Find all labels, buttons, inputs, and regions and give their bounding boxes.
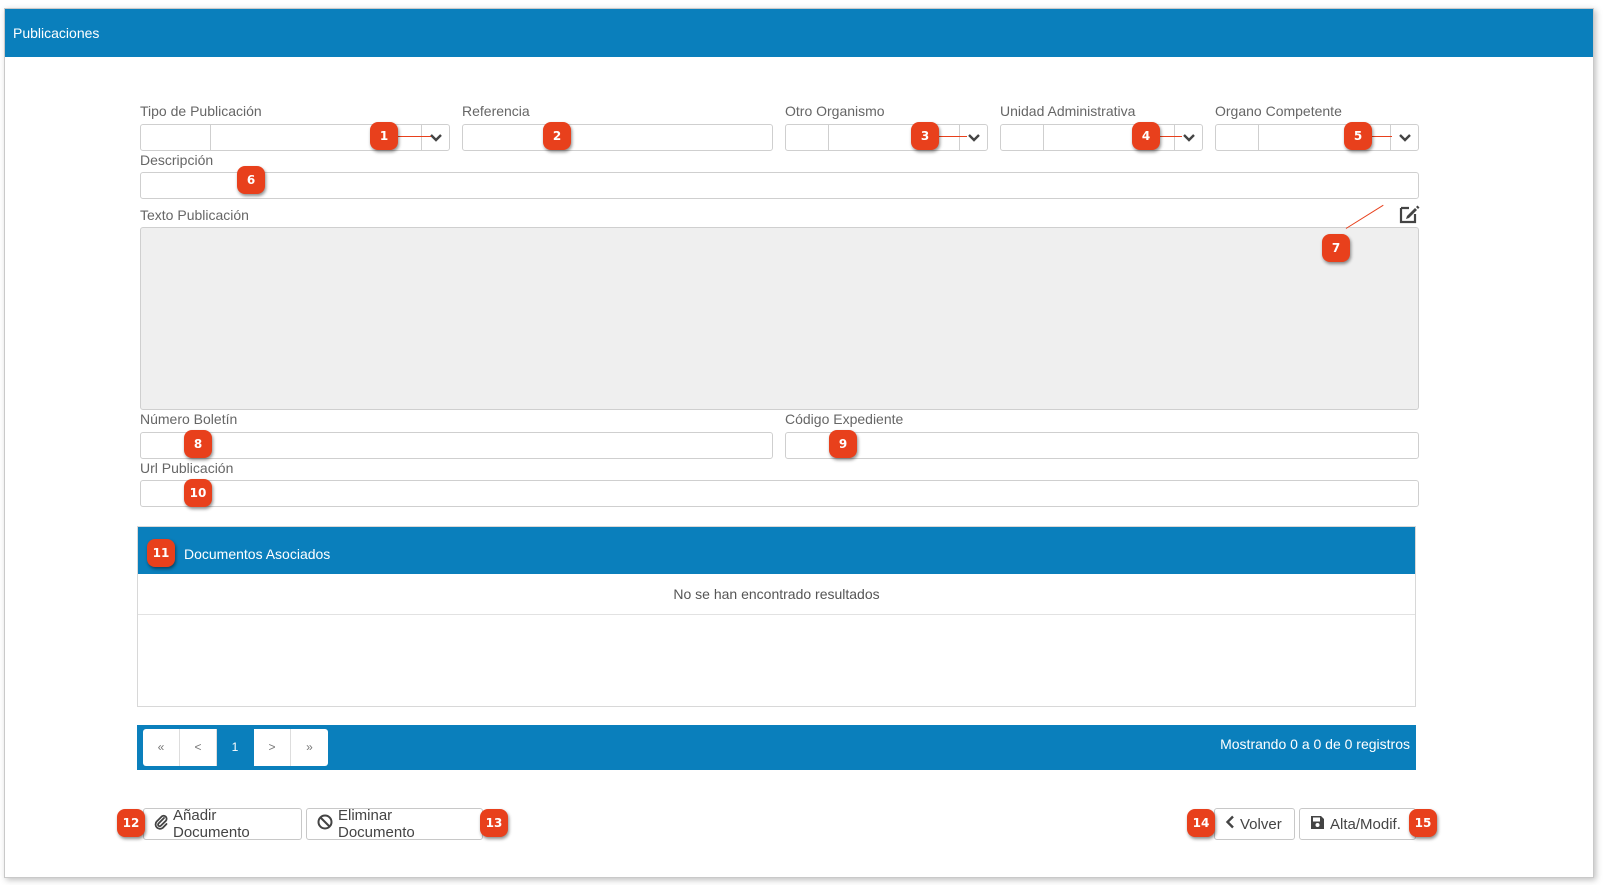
otro-organismo-label: Otro Organismo <box>785 103 885 119</box>
organo-competente-select[interactable] <box>1215 124 1419 151</box>
chevron-down-icon[interactable] <box>421 125 449 150</box>
callout-12: 12 <box>117 809 145 837</box>
save-button[interactable]: Alta/Modif. <box>1299 808 1416 840</box>
back-button[interactable]: Volver <box>1214 808 1295 840</box>
callout-1: 1 <box>370 122 398 150</box>
otro-organismo-select[interactable] <box>785 124 988 151</box>
callout-4-leader <box>1160 136 1182 137</box>
chevron-left-icon <box>1225 815 1235 833</box>
referencia-input[interactable] <box>462 124 773 151</box>
numero-boletin-input[interactable] <box>140 432 773 459</box>
chevron-down-icon[interactable] <box>1174 125 1202 150</box>
callout-4: 4 <box>1132 122 1160 150</box>
tipo-publicacion-label: Tipo de Publicación <box>140 103 262 119</box>
callout-14: 14 <box>1187 809 1215 837</box>
callout-5: 5 <box>1344 122 1372 150</box>
texto-publicacion-label: Texto Publicación <box>140 207 249 223</box>
callout-6: 6 <box>237 166 265 194</box>
first-page-button[interactable]: « <box>143 729 180 766</box>
callout-8: 8 <box>184 430 212 458</box>
documentos-title: Documentos Asociados <box>138 527 1415 574</box>
descripcion-input[interactable] <box>140 172 1419 199</box>
save-icon <box>1310 815 1325 834</box>
callout-13: 13 <box>480 809 508 837</box>
add-document-label: Añadir Documento <box>173 807 250 841</box>
unidad-administrativa-select[interactable] <box>1000 124 1203 151</box>
last-page-button[interactable]: » <box>291 729 328 766</box>
organo-competente-code[interactable] <box>1216 125 1259 150</box>
callout-2: 2 <box>543 122 571 150</box>
organo-competente-label: Organo Competente <box>1215 103 1342 119</box>
otro-organismo-code[interactable] <box>786 125 829 150</box>
referencia-label: Referencia <box>462 103 530 119</box>
unidad-administrativa-code[interactable] <box>1001 125 1044 150</box>
texto-publicacion-area[interactable] <box>140 227 1419 410</box>
chevron-down-icon[interactable] <box>959 125 987 150</box>
url-publicacion-input[interactable] <box>140 480 1419 507</box>
back-label: Volver <box>1240 815 1282 833</box>
tipo-publicacion-select[interactable] <box>140 124 450 151</box>
callout-3-leader <box>939 136 967 137</box>
save-label: Alta/Modif. <box>1330 815 1401 833</box>
pagination-bar: « < 1 > » Mostrando 0 a 0 de 0 registros <box>137 725 1416 770</box>
delete-document-button[interactable]: Eliminar Documento <box>306 807 483 841</box>
window-title: Publicaciones <box>5 9 1593 57</box>
paperclip-icon <box>154 814 168 834</box>
callout-15: 15 <box>1409 809 1437 837</box>
delete-document-label: Eliminar Documento <box>338 807 415 841</box>
prev-page-button[interactable]: < <box>180 729 217 766</box>
descripcion-label: Descripción <box>140 152 214 168</box>
unidad-administrativa-label: Unidad Administrativa <box>1000 103 1136 119</box>
callout-5-leader <box>1372 136 1392 137</box>
callout-1-leader <box>397 136 431 137</box>
chevron-down-icon[interactable] <box>1390 125 1418 150</box>
callout-3: 3 <box>911 122 939 150</box>
callout-11: 11 <box>147 539 175 567</box>
add-document-button[interactable]: Añadir Documento <box>143 807 302 841</box>
pagination: « < 1 > » <box>143 729 328 766</box>
empty-results-message: No se han encontrado resultados <box>138 574 1415 615</box>
numero-boletin-label: Número Boletín <box>140 411 238 427</box>
callout-9: 9 <box>829 430 857 458</box>
callout-10: 10 <box>184 479 212 507</box>
ban-icon <box>317 814 333 834</box>
edit-icon[interactable] <box>1398 203 1420 225</box>
current-page-button[interactable]: 1 <box>217 729 254 766</box>
next-page-button[interactable]: > <box>254 729 291 766</box>
callout-7: 7 <box>1322 234 1350 262</box>
tipo-publicacion-code[interactable] <box>141 125 211 150</box>
pagination-info: Mostrando 0 a 0 de 0 registros <box>1220 736 1410 752</box>
codigo-expediente-input[interactable] <box>785 432 1419 459</box>
url-publicacion-label: Url Publicación <box>140 460 234 476</box>
documentos-panel: Documentos Asociados No se han encontrad… <box>137 526 1416 707</box>
codigo-expediente-label: Código Expediente <box>785 411 904 427</box>
